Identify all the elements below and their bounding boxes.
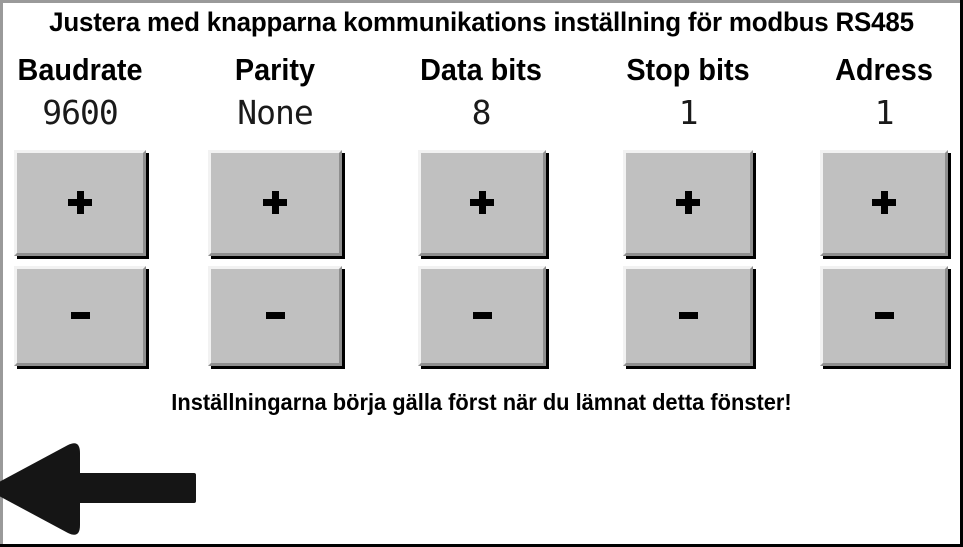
setting-column-parity: Parity None [180, 50, 370, 136]
decrement-button-adress[interactable] [820, 266, 948, 366]
setting-column-baudrate: Baudrate 9600 [0, 50, 175, 136]
setting-column-adress: Adress 1 [789, 50, 963, 136]
setting-value-parity: None [237, 93, 313, 132]
footer-note: Inställningarna börja gälla först när du… [171, 389, 792, 415]
page-title: Justera med knapparna kommunikations ins… [49, 7, 914, 37]
setting-value-stop-bits: 1 [678, 93, 699, 132]
setting-label-parity: Parity [234, 52, 316, 87]
increment-button-baudrate[interactable] [14, 150, 146, 256]
setting-column-stop-bits: Stop bits 1 [593, 50, 783, 136]
modbus-rs485-settings-screen: Justera med knapparna kommunikations ins… [0, 0, 963, 547]
decrement-button-stop-bits[interactable] [623, 266, 753, 366]
window-frame-top [0, 0, 963, 3]
decrement-button-data-bits[interactable] [418, 266, 546, 366]
setting-value-adress: 1 [874, 93, 895, 132]
setting-value-data-bits: 8 [471, 93, 492, 132]
increment-button-stop-bits[interactable] [623, 150, 753, 256]
increment-button-adress[interactable] [820, 150, 948, 256]
back-arrow-icon [0, 443, 196, 535]
setting-value-baudrate: 9600 [42, 93, 118, 132]
setting-label-baudrate: Baudrate [17, 52, 143, 87]
increment-button-data-bits[interactable] [418, 150, 546, 256]
setting-label-data-bits: Data bits [420, 52, 542, 87]
setting-label-stop-bits: Stop bits [626, 52, 750, 87]
back-button[interactable] [0, 437, 200, 541]
decrement-button-baudrate[interactable] [14, 266, 146, 366]
setting-column-data-bits: Data bits 8 [386, 50, 576, 136]
decrement-button-parity[interactable] [208, 266, 342, 366]
increment-button-parity[interactable] [208, 150, 342, 256]
setting-label-adress: Adress [835, 52, 933, 87]
